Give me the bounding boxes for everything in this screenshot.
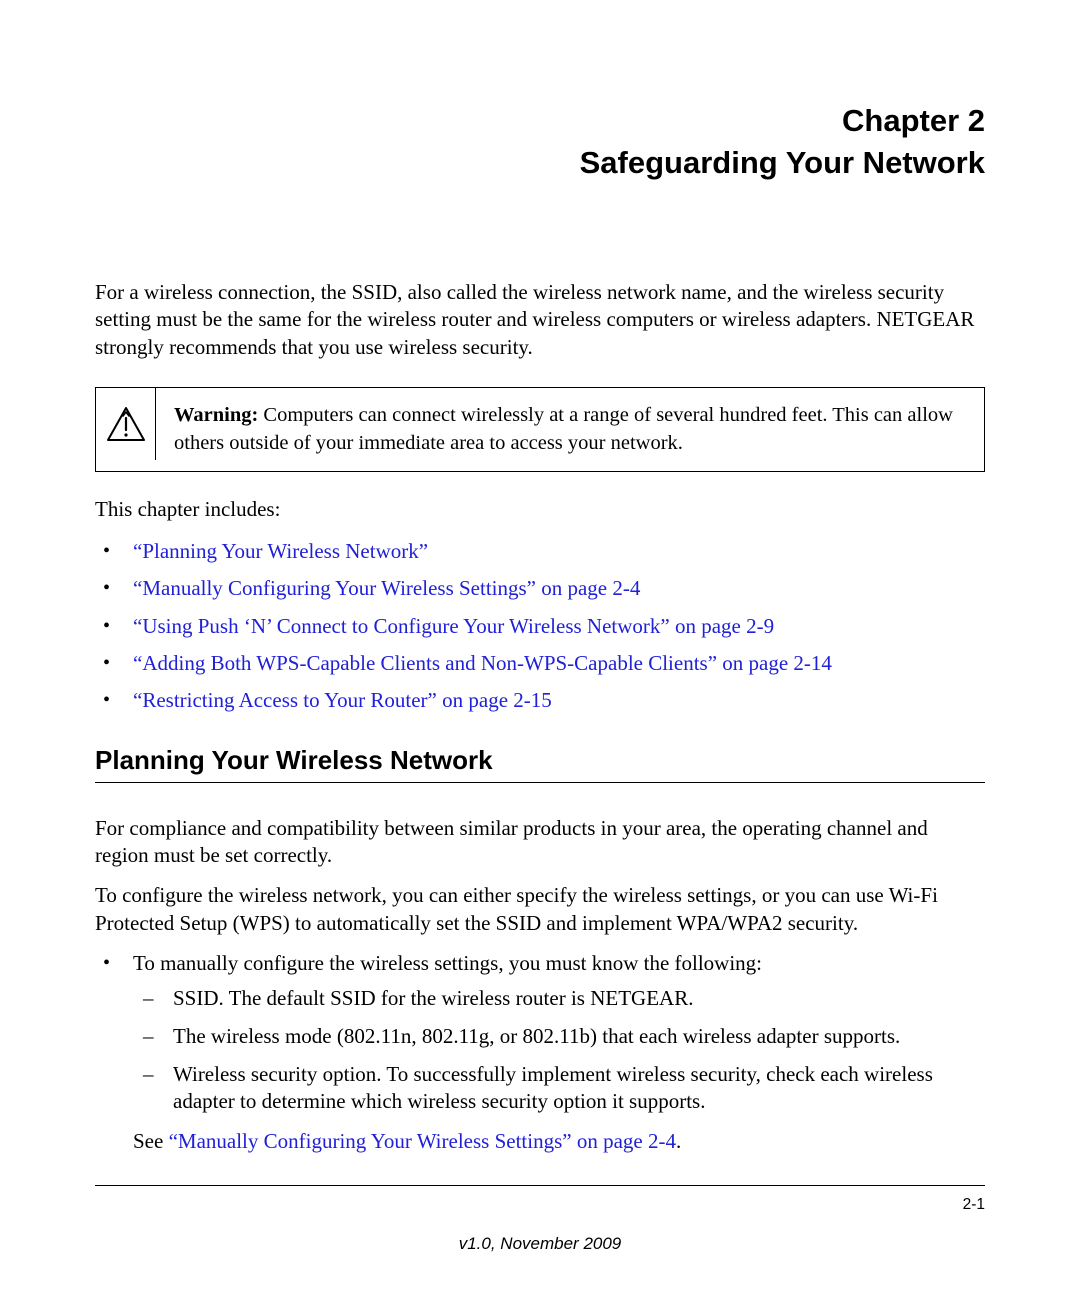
- toc-item: “Adding Both WPS-Capable Clients and Non…: [95, 650, 985, 677]
- warning-label: Warning:: [174, 404, 258, 426]
- section-heading-planning: Planning Your Wireless Network: [95, 745, 985, 776]
- toc-item: “Manually Configuring Your Wireless Sett…: [95, 575, 985, 602]
- toc-item: “Planning Your Wireless Network”: [95, 538, 985, 565]
- toc-item: “Restricting Access to Your Router” on p…: [95, 687, 985, 714]
- chapter-number: Chapter 2: [95, 100, 985, 142]
- section-para-1: For compliance and compatibility between…: [95, 815, 985, 870]
- toc-link-planning[interactable]: “Planning Your Wireless Network”: [133, 539, 428, 563]
- page-number: 2-1: [963, 1196, 985, 1214]
- warning-box: Warning: Computers can connect wirelessl…: [95, 387, 985, 472]
- list-item: The wireless mode (802.11n, 802.11g, or …: [133, 1023, 985, 1051]
- warning-icon: [106, 406, 146, 442]
- intro-paragraph: For a wireless connection, the SSID, als…: [95, 279, 985, 362]
- list-item: To manually configure the wireless setti…: [95, 950, 985, 1156]
- warning-icon-cell: [96, 388, 156, 460]
- footer-version: v1.0, November 2009: [95, 1234, 985, 1254]
- chapter-heading: Chapter 2 Safeguarding Your Network: [95, 100, 985, 184]
- bullet-text: To manually configure the wireless setti…: [133, 951, 762, 975]
- config-requirements-list: To manually configure the wireless setti…: [95, 950, 985, 1156]
- list-item: Wireless security option. To successfull…: [133, 1061, 985, 1116]
- see-suffix: .: [676, 1129, 681, 1153]
- list-item: SSID. The default SSID for the wireless …: [133, 985, 985, 1013]
- section-rule: [95, 782, 985, 783]
- see-prefix: See: [133, 1129, 169, 1153]
- footer-rule: [95, 1185, 985, 1186]
- warning-body: Computers can connect wirelessly at a ra…: [174, 404, 953, 454]
- toc-link-push-n-connect[interactable]: “Using Push ‘N’ Connect to Configure You…: [133, 614, 774, 638]
- toc-link-wps-clients[interactable]: “Adding Both WPS-Capable Clients and Non…: [133, 651, 832, 675]
- section-para-2: To configure the wireless network, you c…: [95, 882, 985, 937]
- toc-link-manual-config[interactable]: “Manually Configuring Your Wireless Sett…: [133, 576, 640, 600]
- chapter-title: Safeguarding Your Network: [95, 142, 985, 184]
- see-link-manual-config[interactable]: “Manually Configuring Your Wireless Sett…: [169, 1129, 676, 1153]
- page-footer: 2-1 v1.0, November 2009: [95, 1185, 985, 1254]
- warning-text: Warning: Computers can connect wirelessl…: [156, 388, 984, 471]
- toc-link-restrict-access[interactable]: “Restricting Access to Your Router” on p…: [133, 688, 552, 712]
- toc-item: “Using Push ‘N’ Connect to Configure You…: [95, 613, 985, 640]
- chapter-includes-label: This chapter includes:: [95, 497, 985, 522]
- see-reference: See “Manually Configuring Your Wireless …: [133, 1128, 985, 1156]
- requirements-sublist: SSID. The default SSID for the wireless …: [133, 985, 985, 1116]
- chapter-toc-list: “Planning Your Wireless Network” “Manual…: [95, 538, 985, 714]
